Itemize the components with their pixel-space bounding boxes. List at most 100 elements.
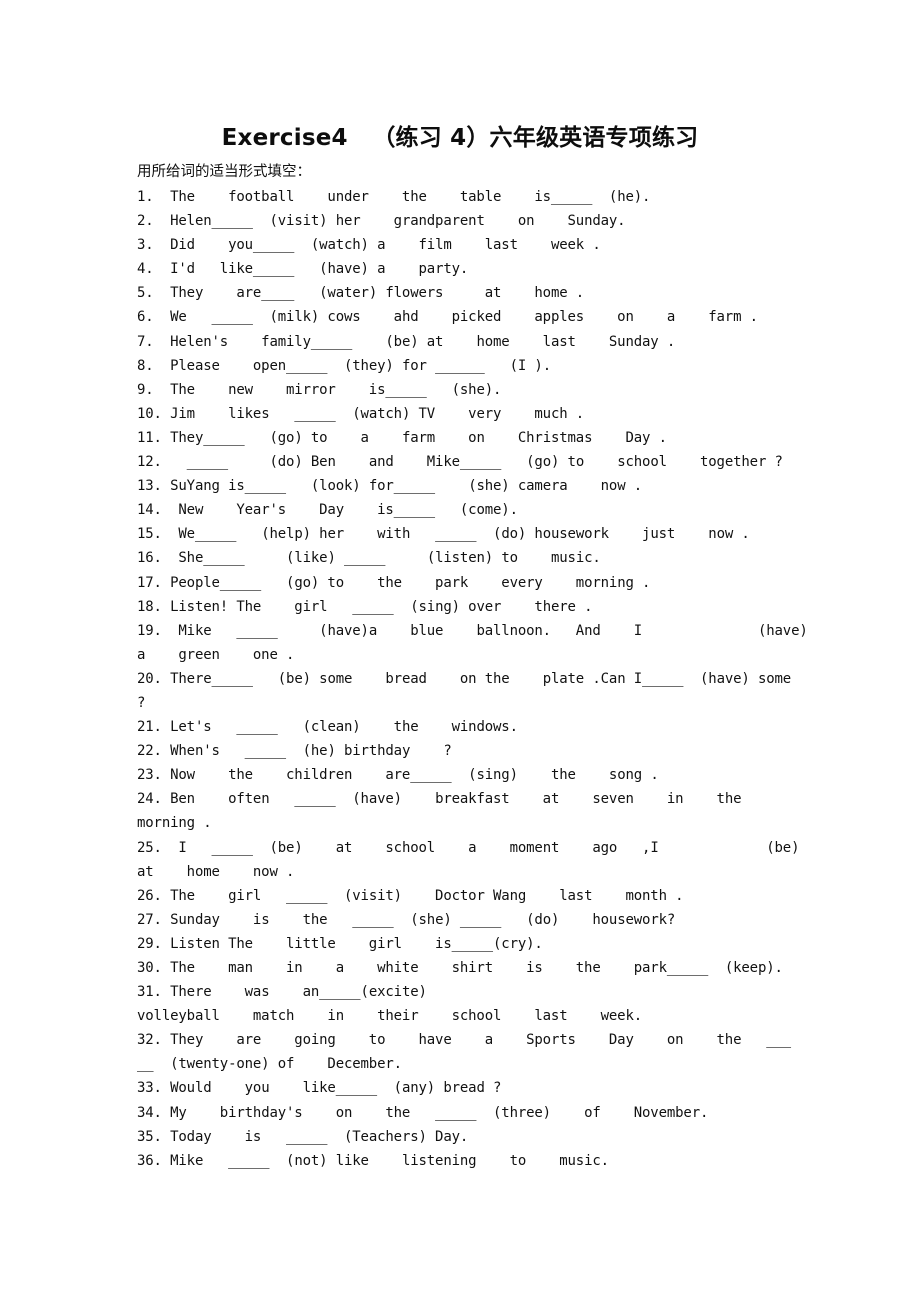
answer-blank[interactable]: _____ [187, 454, 228, 470]
question-text: They are going to have a Sports Day on t… [161, 1032, 767, 1049]
question-line: 9. The new mirror is_____ (she). [137, 378, 787, 402]
answer-blank[interactable]: _____ [435, 1105, 476, 1121]
question-line: 11. They_____ (go) to a farm on Christma… [137, 426, 787, 450]
answer-blank[interactable]: _____ [253, 261, 294, 277]
answer-blank[interactable]: _____ [551, 189, 592, 205]
question-number: 13. [137, 478, 162, 495]
answer-blank[interactable]: _____ [667, 960, 708, 976]
question-text: Would you like [161, 1080, 336, 1097]
answer-blank[interactable]: ______ [435, 358, 485, 374]
answer-blank[interactable]: _____ [336, 1080, 377, 1096]
answer-blank[interactable]: _____ [452, 936, 493, 952]
question-line: 10. Jim likes _____ (watch) TV very much… [137, 402, 787, 426]
answer-blank[interactable]: ___ [766, 1032, 791, 1048]
answer-blank[interactable]: _____ [212, 840, 253, 856]
answer-blank[interactable]: _____ [642, 671, 683, 687]
question-text: When's [161, 743, 245, 760]
answer-blank[interactable]: _____ [245, 478, 286, 494]
answer-blank[interactable]: _____ [203, 430, 244, 446]
question-text: I [161, 839, 212, 856]
question-number: 29. [137, 935, 162, 952]
question-text: (visit) Doctor Wang last month . [327, 887, 684, 904]
answer-blank[interactable]: _____ [352, 599, 393, 615]
question-text: (go) to the park every morning . [261, 574, 651, 591]
question-line: 8. Please open_____ (they) for ______ (I… [137, 354, 787, 378]
question-number: 15. [137, 526, 162, 543]
answer-blank[interactable]: _____ [294, 791, 335, 807]
question-text: (three) of November. [476, 1104, 709, 1121]
question-text: (do) Ben and Mike [228, 454, 460, 471]
question-text: (cry). [493, 935, 543, 952]
question-line: 18. Listen! The girl _____ (sing) over t… [137, 595, 787, 619]
question-list: 1. The football under the table is ___ __ … [137, 185, 808, 1173]
question-number: 1. [137, 189, 154, 205]
answer-blank[interactable]: _____ [286, 358, 327, 374]
answer-blank[interactable]: _____ [435, 526, 476, 542]
answer-blank[interactable]: _____ [294, 406, 335, 422]
question-number: 33. [137, 1080, 162, 1097]
question-line: a green one . [137, 643, 787, 667]
answer-blank[interactable]: _____ [394, 502, 435, 518]
answer-gap[interactable] [659, 840, 750, 856]
question-number: 16. [137, 550, 162, 567]
question-text: The new mirror is [153, 381, 386, 398]
question-text: (like) [244, 550, 345, 567]
answer-blank[interactable]: _____ [236, 719, 277, 735]
question-number: 19. [137, 622, 162, 639]
question-text: morning . [137, 815, 212, 832]
answer-blank[interactable]: _____ [228, 1153, 269, 1169]
question-text: (have) [741, 622, 808, 639]
answer-blank[interactable]: _____ [311, 334, 352, 350]
question-number: 30. [137, 960, 162, 976]
answer-blank[interactable]: _____ [286, 1129, 327, 1145]
instruction-text: 用所给词的适当形式填空： [137, 164, 311, 180]
question-text: (watch) a film last week . [294, 237, 601, 254]
worksheet-page: Exercise4 （练习 4）六年级英语专项练习 用所给词的适当形式填空： 1… [0, 0, 920, 1302]
question-number: 32. [137, 1032, 162, 1049]
question-number: 3. [137, 237, 154, 254]
question-line: 25. I _____ (be) at school a moment ago … [137, 836, 800, 860]
answer-blank[interactable]: _____ [212, 671, 253, 687]
question-line: 27. Sunday is the _____ (she) _____ (do)… [137, 908, 787, 932]
answer-blank[interactable]: _____ [212, 213, 253, 229]
question-text: (visit) her grandparent on Sunday. [252, 213, 626, 230]
answer-blank[interactable]: _____ [253, 237, 294, 253]
question-text: Did you [153, 237, 253, 254]
answer-blank[interactable]: _____ [385, 382, 426, 398]
question-number: 26. [137, 887, 162, 904]
answer-blank[interactable]: _____ [245, 743, 286, 759]
answer-blank[interactable]: _____ [220, 575, 261, 591]
question-text: (listen) to music. [385, 550, 601, 567]
question-text: Mike [161, 622, 237, 639]
answer-blank[interactable]: _____ [460, 912, 501, 928]
question-line: 23. Now the children are_____ (sing) the… [137, 763, 787, 787]
question-line: 35. Today is _____ (Teachers) Day. [137, 1125, 787, 1149]
question-number: 24. [137, 791, 162, 808]
answer-blank[interactable]: _____ [410, 767, 451, 783]
question-text: a green one . [137, 646, 295, 663]
question-text: (be) at school a moment ago ,I [252, 839, 659, 856]
answer-blank[interactable]: __ [137, 1056, 154, 1072]
answer-blank[interactable]: _____ [394, 478, 435, 494]
question-text: There was an [161, 984, 320, 1001]
question-line: 22. When's _____ (he) birthday ? [137, 739, 787, 763]
question-text: (water) flowers at home . [294, 285, 585, 302]
answer-blank[interactable]: _____ [319, 984, 360, 1000]
question-text: Today is [161, 1128, 287, 1145]
answer-blank[interactable]: _____ [352, 912, 393, 928]
question-text: (come). [435, 502, 518, 519]
question-number: 4. [137, 261, 154, 278]
answer-blank[interactable]: _____ [344, 550, 385, 566]
answer-blank[interactable]: _____ [236, 623, 277, 639]
answer-blank[interactable]: _____ [286, 888, 327, 904]
answer-blank[interactable]: _____ [195, 526, 236, 542]
answer-blank[interactable]: _____ [460, 454, 501, 470]
answer-gap[interactable] [642, 623, 741, 639]
answer-blank[interactable]: _____ [212, 309, 253, 325]
question-text: (be) [749, 839, 800, 856]
question-number: 20. [137, 670, 162, 687]
question-text: (she) [393, 911, 460, 928]
answer-blank[interactable]: ____ [261, 285, 294, 301]
question-line: 17. People_____ (go) to the park every m… [137, 571, 787, 595]
answer-blank[interactable]: _____ [203, 550, 244, 566]
